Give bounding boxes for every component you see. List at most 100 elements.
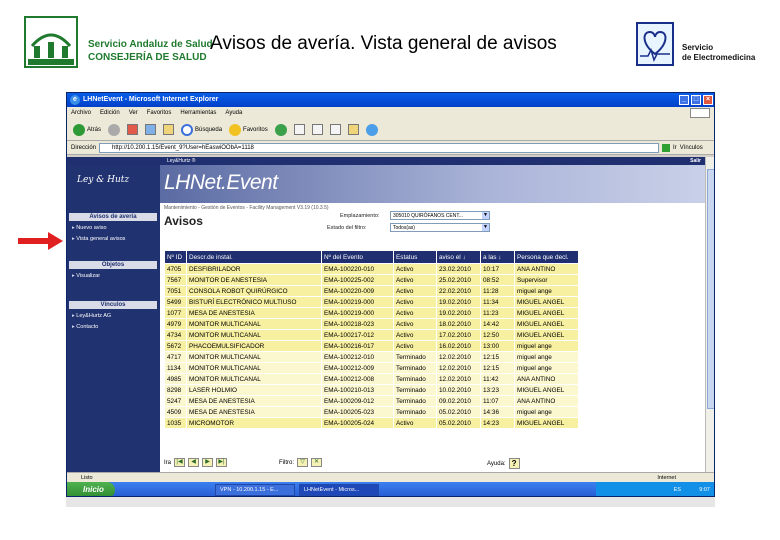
filter-label: Filtro: (279, 459, 294, 466)
minimize-button[interactable]: _ (679, 95, 689, 105)
forward-button[interactable] (106, 122, 122, 138)
taskbar-item-vpn[interactable]: VPN - 10.200.1.15 - E... (215, 484, 295, 496)
cell-person: miguel ange (514, 285, 579, 297)
sidebar-item-leyhurtz[interactable]: Ley&Hurtz AG (72, 313, 111, 319)
table-row[interactable]: 5247 MESA DE ANESTESIA EMA-100209-012 Termi… (164, 395, 579, 407)
filter-clear-icon[interactable]: ✕ (311, 458, 322, 467)
cell-time: 14:23 (480, 417, 515, 429)
col-time[interactable]: a las ↓ (480, 250, 515, 264)
cell-status: Activo (393, 417, 437, 429)
cell-event: EMA-100219-000 (321, 307, 394, 319)
table-row[interactable]: 7567 MONITOR DE ANESTESIA EMA-100225-002 Ac… (164, 274, 579, 286)
cell-id: 4985 (164, 373, 187, 385)
filter-funnel-icon[interactable]: ▽ (297, 458, 308, 467)
history-button[interactable] (273, 122, 289, 138)
start-button[interactable]: Inicio (67, 482, 115, 496)
col-id[interactable]: Nº ID (164, 250, 187, 264)
taskbar-item-lhnetevent[interactable]: LHNetEvent - Micros... (299, 484, 379, 496)
cell-id: 5672 (164, 340, 187, 352)
close-button[interactable]: × (703, 95, 713, 105)
sidebar-item-nuevo-aviso[interactable]: Nuevo aviso (72, 225, 106, 231)
table-row[interactable]: 5499 BISTURÍ ELECTRÓNICO MULTIUSO EMA-1002… (164, 296, 579, 308)
cell-date: 10.02.2010 (436, 384, 481, 396)
search-button[interactable]: Búsqueda (179, 122, 224, 138)
cell-time: 11:23 (480, 307, 515, 319)
cell-date: 16.02.2010 (436, 340, 481, 352)
sidebar-item-contacto[interactable]: Contacto (72, 324, 98, 330)
print-button[interactable] (310, 122, 325, 138)
language-indicator[interactable]: ES (674, 487, 681, 493)
product-banner: LHNet.Event (160, 165, 705, 203)
menu-edicion[interactable]: Edición (100, 107, 120, 119)
menu-archivo[interactable]: Archivo (71, 107, 91, 119)
sidebar-item-vista-general[interactable]: Vista general avisos (72, 236, 125, 242)
table-row[interactable]: 5672 PHACOEMULSIFICADOR EMA-100216-017 Acti… (164, 340, 579, 352)
stop-button[interactable] (125, 122, 140, 138)
sidebar-item-visualizar[interactable]: Visualizar (72, 273, 100, 279)
electromedicina-label: de Electromedicina (682, 53, 756, 62)
table-row[interactable]: 4705 DESFIBRILADOR EMA-100220-010 Activo 23.… (164, 263, 579, 275)
scrollbar-thumb[interactable] (707, 169, 714, 409)
table-row[interactable]: 4979 MONITOR MULTICANAL EMA-100218-023 Acti… (164, 318, 579, 330)
cell-date: 17.02.2010 (436, 329, 481, 341)
col-person[interactable]: Persona que decl. (514, 250, 579, 264)
menu-herramientas[interactable]: Herramientas (180, 107, 216, 119)
ie-window: e LHNetEvent - Microsoft Internet Explor… (66, 92, 715, 497)
folder-button[interactable] (346, 122, 361, 138)
windows-flag-icon (690, 108, 710, 118)
menu-ver[interactable]: Ver (129, 107, 138, 119)
table-row[interactable]: 4509 MESA DE ANESTESIA EMA-100205-023 Termi… (164, 406, 579, 418)
table-row[interactable]: 1077 MESA DE ANESTESIA EMA-100219-000 Activ… (164, 307, 579, 319)
electromedicina-logo: Servicio de Electromedicina (636, 22, 776, 68)
links-label[interactable]: Vínculos (680, 145, 703, 151)
maximize-button[interactable]: □ (691, 95, 701, 105)
cell-id: 1035 (164, 417, 187, 429)
table-row[interactable]: 4734 MONITOR MULTICANAL EMA-100217-012 Acti… (164, 329, 579, 341)
messenger-icon (365, 123, 378, 136)
home-button[interactable] (161, 122, 176, 138)
first-page-button[interactable]: |◀ (174, 458, 186, 467)
cell-status: Activo (393, 318, 437, 330)
cell-status: Terminado (393, 362, 437, 374)
pager-label: Ira (164, 459, 172, 466)
last-page-button[interactable]: ▶| (216, 458, 228, 467)
cell-status: Activo (393, 307, 437, 319)
col-status[interactable]: Estatus (393, 250, 437, 264)
table-row[interactable]: 1035 MICROMOTOR EMA-100205-024 Activo 05.02.… (164, 417, 579, 429)
table-row[interactable]: 8298 LASER HOLMIO EMA-100210-013 Terminado 1… (164, 384, 579, 396)
mail-button[interactable] (292, 122, 307, 138)
table-row[interactable]: 4985 MONITOR MULTICANAL EMA-100212-008 Term… (164, 373, 579, 385)
go-arrow-icon[interactable] (662, 143, 671, 152)
edit-button[interactable] (328, 122, 343, 138)
back-button[interactable]: Atrás (71, 122, 103, 138)
cell-time: 13:23 (480, 384, 515, 396)
status-bar: Listo Internet (67, 472, 714, 482)
table-row[interactable]: 7051 CONSOLA ROBOT QUIRÚRGICO EMA-100220-0… (164, 285, 579, 297)
logout-link[interactable]: Salir (690, 157, 701, 165)
menu-favoritos[interactable]: Favoritos (147, 107, 172, 119)
cell-person: miguel ange (514, 406, 579, 418)
address-input[interactable]: http://10.200.1.15/Event_9?User=hEaswiOO… (99, 142, 660, 153)
help-question-icon[interactable]: ? (508, 458, 520, 469)
next-page-button[interactable]: ▶ (202, 458, 214, 467)
favorites-button[interactable]: Favoritos (227, 122, 270, 138)
cell-status: Terminado (393, 384, 437, 396)
cell-time: 14:42 (480, 318, 515, 330)
table-row[interactable]: 4717 MONITOR MULTICANAL EMA-100212-010 Term… (164, 351, 579, 363)
messenger-button[interactable] (364, 122, 380, 138)
cell-event: EMA-100216-017 (321, 340, 394, 352)
red-pointer-arrow-icon (18, 232, 63, 250)
col-date[interactable]: aviso el ↓ (436, 250, 481, 264)
cell-status: Activo (393, 274, 437, 286)
table-row[interactable]: 1134 MONITOR MULTICANAL EMA-100212-009 Term… (164, 362, 579, 374)
col-event[interactable]: Nº del Evento (321, 250, 394, 264)
state-filter-select[interactable]: Todos(as) ▼ (390, 223, 490, 232)
col-desc[interactable]: Descr.de instal. (186, 250, 322, 264)
location-select[interactable]: 305010 QUIRÓFANOS CENT... ▼ (390, 211, 490, 220)
menu-ayuda[interactable]: Ayuda (225, 107, 242, 119)
slide-bottom-strip (66, 497, 715, 507)
refresh-button[interactable] (143, 122, 158, 138)
go-button[interactable]: Ir (673, 145, 677, 151)
page-scrollbar[interactable] (705, 157, 714, 472)
prev-page-button[interactable]: ◀ (188, 458, 200, 467)
